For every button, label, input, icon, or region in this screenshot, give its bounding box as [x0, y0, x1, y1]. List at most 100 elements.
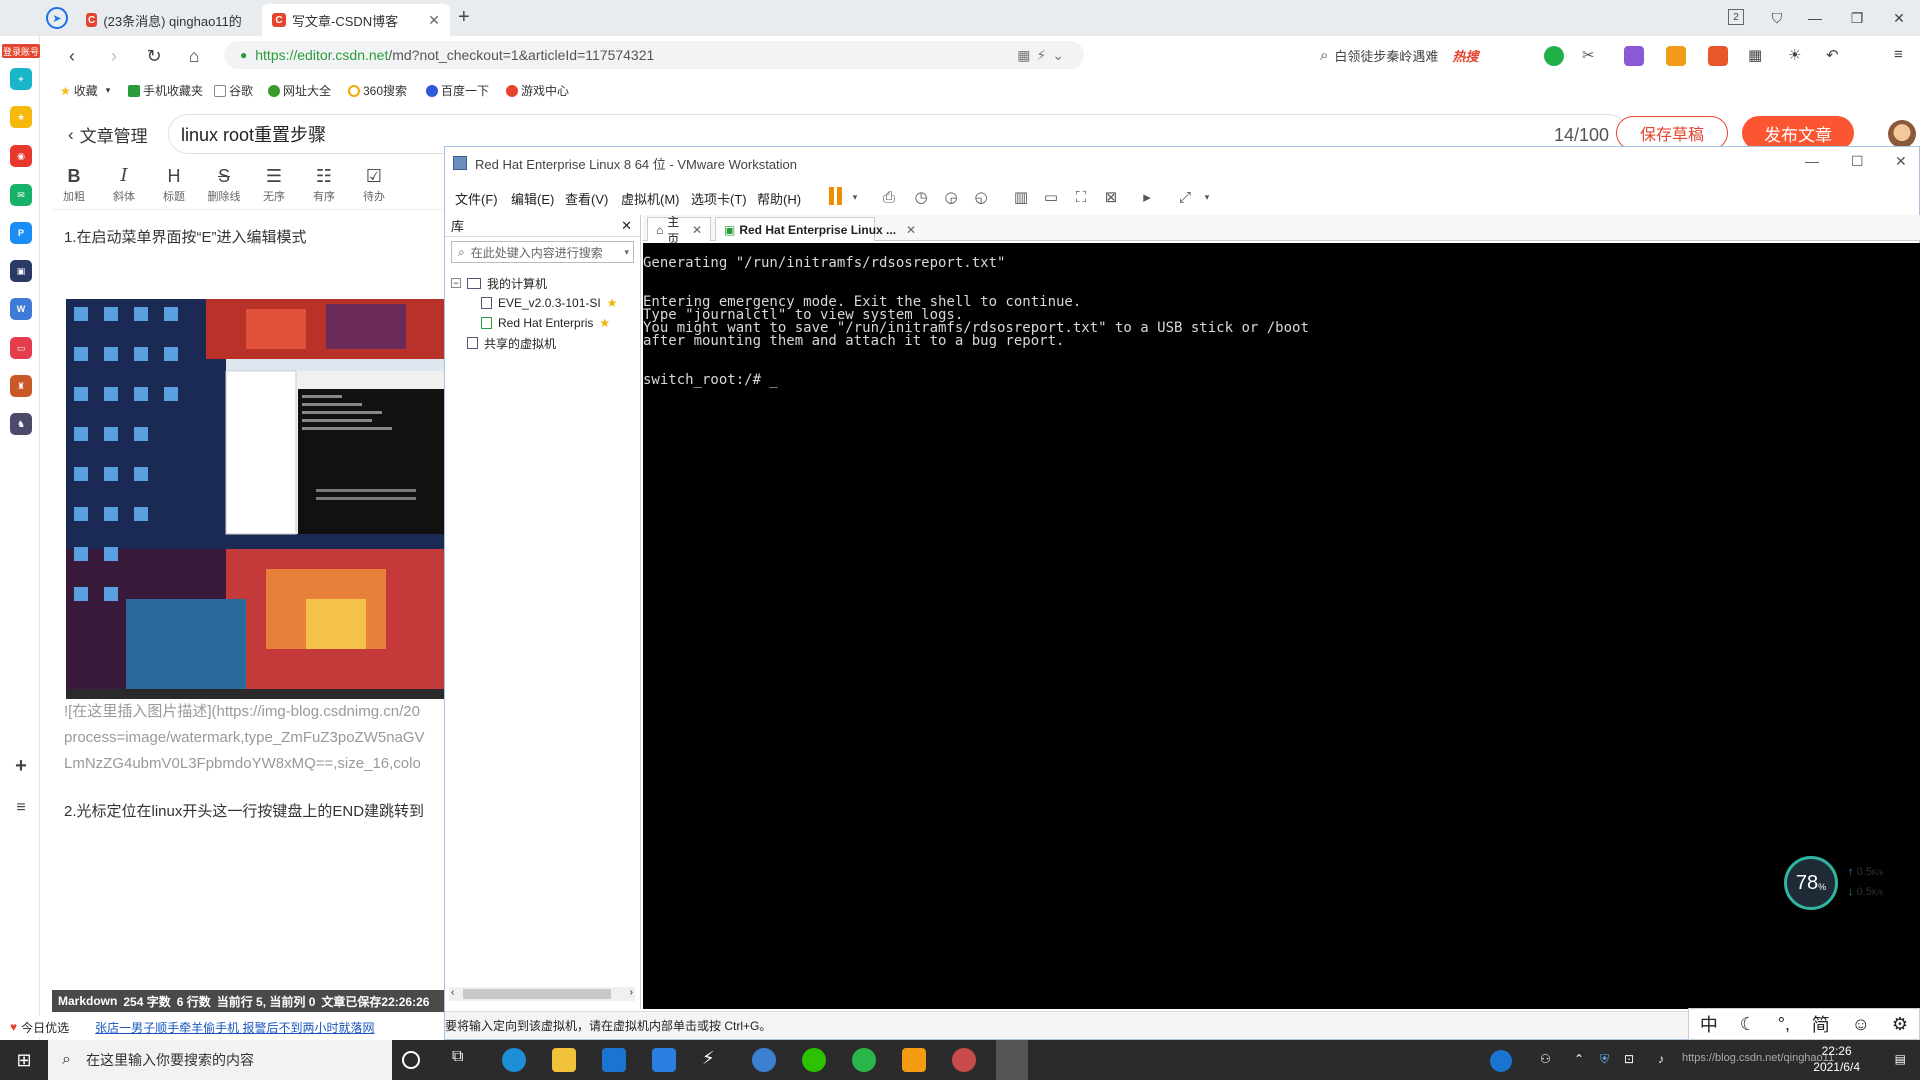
- game-app-icon[interactable]: ▣: [10, 260, 32, 282]
- reload-icon[interactable]: ↻: [142, 44, 166, 68]
- library-view-icon[interactable]: ▥: [1011, 187, 1031, 207]
- unordered-list-button[interactable]: ☰ 无序: [252, 164, 296, 204]
- scrollbar-thumb[interactable]: [463, 989, 611, 999]
- restore-button[interactable]: ❐: [1842, 6, 1872, 30]
- menu-tabs[interactable]: 选项卡(T): [691, 189, 747, 208]
- close-icon[interactable]: ✕: [621, 218, 632, 234]
- bold-button[interactable]: B 加粗: [52, 164, 96, 204]
- people-icon[interactable]: ⚇: [1540, 1052, 1551, 1066]
- news-headline-link[interactable]: 张店一男子顺手牵羊偷手机 报警后不到两小时就落网: [95, 1019, 374, 1036]
- vm-console-screen[interactable]: Generating "/run/initramfs/rdsosreport.t…: [643, 243, 1920, 1009]
- sidebar-menu-icon[interactable]: ≡: [10, 797, 32, 819]
- menu-help[interactable]: 帮助(H): [757, 189, 801, 208]
- italic-button[interactable]: I 斜体: [102, 164, 146, 204]
- menu-view[interactable]: 查看(V): [565, 189, 608, 208]
- thumbnail-view-icon[interactable]: ▭: [1041, 187, 1061, 207]
- navigation-icon[interactable]: ➤: [46, 7, 68, 29]
- ime-simplified-button[interactable]: 简: [1812, 1011, 1830, 1037]
- shield-icon[interactable]: ⛨: [1600, 1052, 1609, 1067]
- console-view-icon[interactable]: ▸: [1137, 187, 1157, 207]
- url-field[interactable]: ● https://editor.csdn.net/md?not_checkou…: [224, 41, 1084, 69]
- network-icon[interactable]: ⊡: [1624, 1052, 1634, 1066]
- chevron-down-icon[interactable]: ▾: [1197, 187, 1217, 207]
- cortana-icon[interactable]: [402, 1051, 420, 1069]
- bookmark-360[interactable]: 360搜索: [348, 82, 407, 99]
- library-scrollbar[interactable]: ‹ ›: [449, 987, 635, 1001]
- url-actions-icon[interactable]: ▦⚡⌄: [1017, 47, 1070, 64]
- fullscreen-icon[interactable]: ⛶: [1071, 187, 1091, 207]
- 360-browser-icon[interactable]: [852, 1048, 876, 1072]
- todo-app-icon[interactable]: [652, 1048, 676, 1072]
- menu-vm[interactable]: 虚拟机(M): [621, 189, 680, 208]
- shop-app-icon[interactable]: ▭: [10, 337, 32, 359]
- pause-icon[interactable]: [829, 187, 843, 205]
- lightning-app-icon[interactable]: ⚡: [702, 1048, 726, 1072]
- ime-emoji-icon[interactable]: ☺: [1852, 1014, 1870, 1035]
- document-app-icon[interactable]: W: [10, 298, 32, 320]
- apps-grid-icon[interactable]: ▦: [1748, 46, 1768, 66]
- undo-icon[interactable]: ↶: [1826, 46, 1846, 66]
- ime-punct-button[interactable]: °,: [1778, 1014, 1790, 1035]
- skin-icon[interactable]: ⛉: [1762, 6, 1792, 30]
- brightness-icon[interactable]: ☀: [1788, 46, 1808, 66]
- sidebar-add-icon[interactable]: +: [10, 755, 32, 777]
- unity-icon[interactable]: ⊠: [1101, 187, 1121, 207]
- library-search-input[interactable]: ⌕ 在此处键入内容进行搜索 ▾: [451, 241, 634, 263]
- avatar[interactable]: [1888, 120, 1916, 148]
- chevron-down-icon[interactable]: ▾: [624, 247, 629, 258]
- tree-vm-redhat[interactable]: Red Hat Enterpris ★: [481, 313, 610, 333]
- bookmark-hao[interactable]: 网址大全: [268, 82, 331, 99]
- game3-app-icon[interactable]: ♞: [10, 413, 32, 435]
- translate-ext-icon[interactable]: [1624, 46, 1644, 66]
- add-app-icon[interactable]: +: [10, 68, 32, 90]
- heading-button[interactable]: H 标题: [152, 164, 196, 204]
- help-icon[interactable]: [1490, 1050, 1512, 1072]
- vm-close-button[interactable]: ✕: [1895, 153, 1907, 170]
- menu-file[interactable]: 文件(F): [455, 189, 498, 208]
- save-draft-button[interactable]: 保存草稿: [1616, 116, 1728, 150]
- vm-maximize-button[interactable]: ☐: [1851, 153, 1864, 170]
- notification-icon[interactable]: ▤: [1895, 1052, 1906, 1066]
- taskbar-search-input[interactable]: ⌕ 在这里输入你要搜索的内容: [48, 1040, 392, 1080]
- minimize-button[interactable]: —: [1800, 6, 1830, 30]
- volume-icon[interactable]: ♪: [1658, 1052, 1664, 1066]
- edge-icon[interactable]: [502, 1048, 526, 1072]
- file-explorer-icon[interactable]: [552, 1048, 576, 1072]
- forward-arrow-icon[interactable]: ›: [102, 44, 126, 68]
- reward-ext-icon[interactable]: [1666, 46, 1686, 66]
- search-box[interactable]: ⌕ 白领徒步秦岭遇难 热搜: [1320, 41, 1580, 69]
- todo-list-button[interactable]: ☑ 待办: [352, 164, 396, 204]
- task-view-icon[interactable]: ⧉: [452, 1048, 476, 1072]
- bookmark-mobile[interactable]: 手机收藏夹: [128, 82, 203, 99]
- tree-shared-vms[interactable]: 共享的虚拟机: [467, 333, 556, 353]
- close-tab-icon[interactable]: ✕: [906, 223, 916, 237]
- strikethrough-button[interactable]: S 删除线: [202, 164, 246, 204]
- menu-edit[interactable]: 编辑(E): [511, 189, 554, 208]
- system-clock[interactable]: 22:26 2021/6/4: [1813, 1043, 1860, 1075]
- tab-home[interactable]: ⌂ 主页 ✕: [647, 215, 711, 246]
- ime-lang-button[interactable]: 中: [1700, 1011, 1718, 1037]
- stretch-view-icon[interactable]: ⤢: [1175, 187, 1195, 207]
- browser-app-icon[interactable]: [752, 1048, 776, 1072]
- tab-write-article[interactable]: C 写文章-CSDN博客 ✕: [262, 4, 450, 36]
- mail-app-icon[interactable]: [602, 1048, 626, 1072]
- close-tab-icon[interactable]: ✕: [692, 223, 702, 237]
- wechat-icon[interactable]: [802, 1048, 826, 1072]
- game-ext-icon[interactable]: [1708, 46, 1728, 66]
- mail-icon[interactable]: ✉: [10, 184, 32, 206]
- weibo-icon[interactable]: ◉: [10, 145, 32, 167]
- active-app-icon[interactable]: [996, 1040, 1028, 1080]
- network-speed-widget[interactable]: 78% ↑ 0.5K/s ↓ 0.5K/s: [1784, 856, 1904, 910]
- close-window-button[interactable]: ✕: [1884, 6, 1914, 30]
- revert-snapshot-icon[interactable]: ◶: [941, 187, 961, 207]
- tab-counter[interactable]: 2: [1728, 9, 1744, 25]
- favorite-star-icon[interactable]: ★: [10, 106, 32, 128]
- vmware-taskbar-icon[interactable]: [902, 1048, 926, 1072]
- p-app-icon[interactable]: P: [10, 222, 32, 244]
- game2-app-icon[interactable]: ♜: [10, 375, 32, 397]
- bookmark-favorites[interactable]: ★ 收藏 ▾: [60, 82, 110, 99]
- login-badge[interactable]: 登录账号: [2, 44, 40, 58]
- chat-ext-icon[interactable]: [1544, 46, 1564, 66]
- article-manage-link[interactable]: ‹ 文章管理: [68, 122, 148, 147]
- bookmark-games[interactable]: 游戏中心: [506, 82, 569, 99]
